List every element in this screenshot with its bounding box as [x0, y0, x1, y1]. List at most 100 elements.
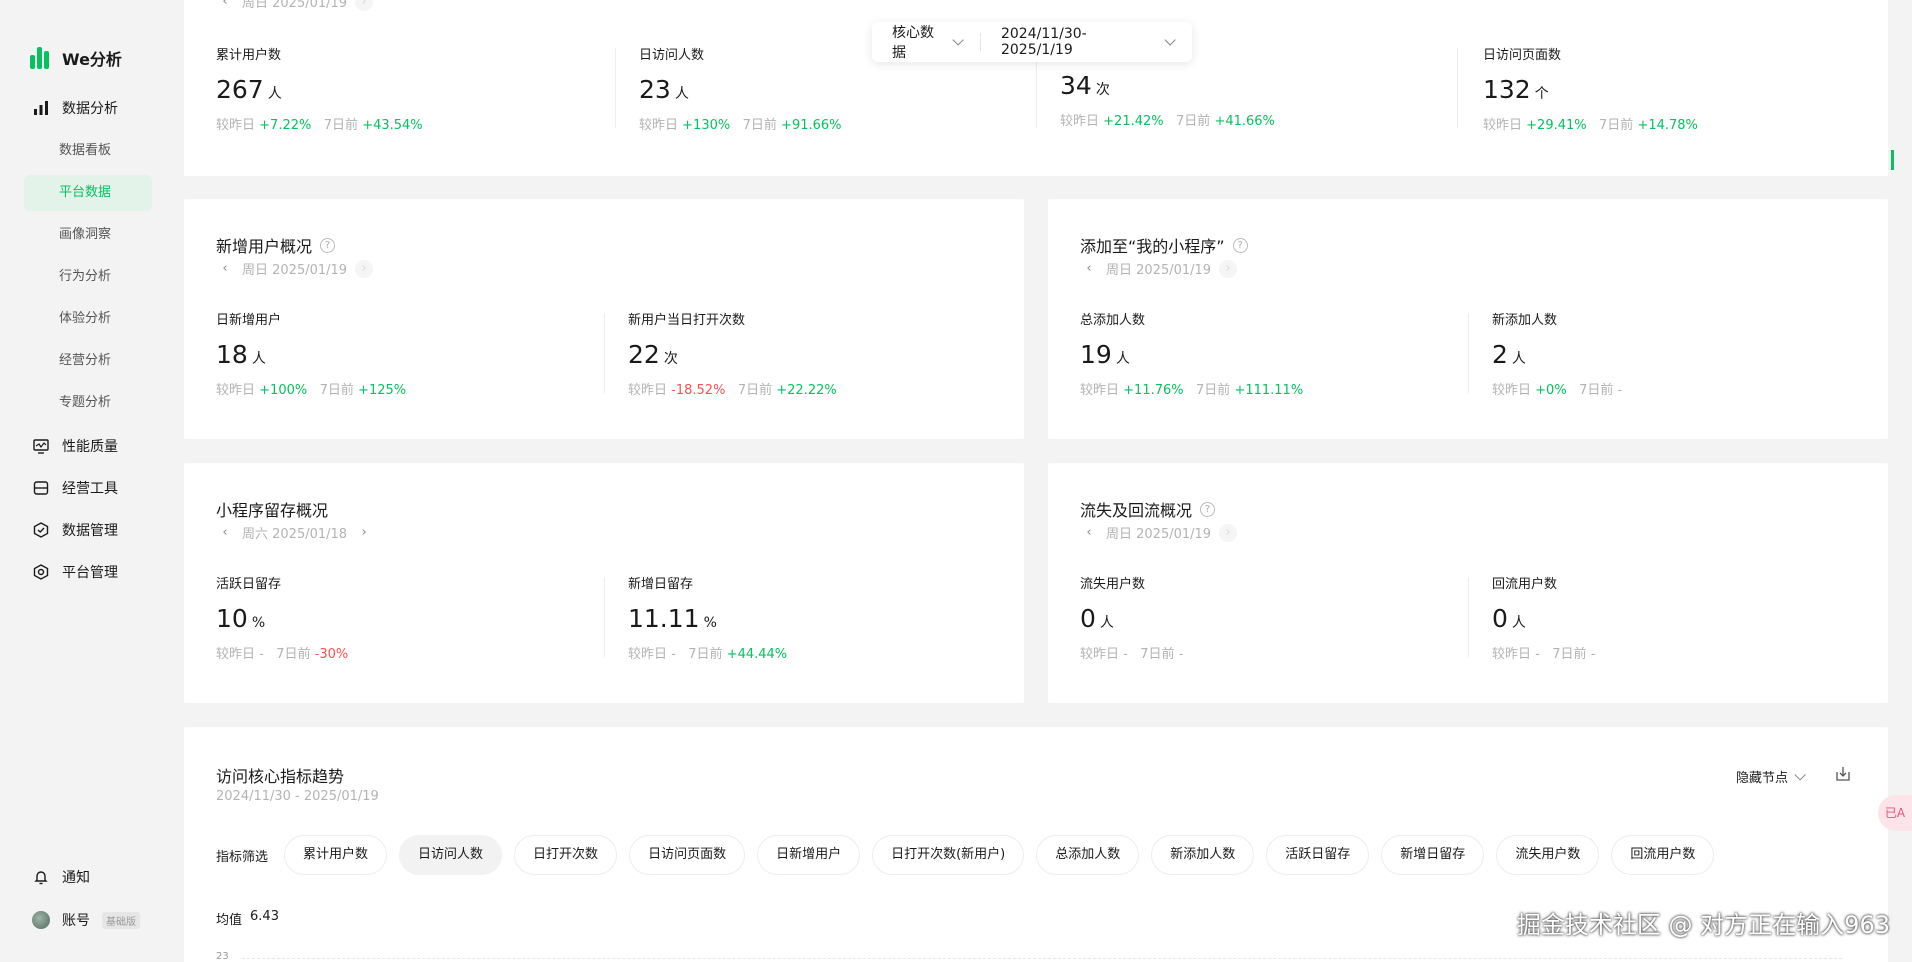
metric-value: 18 [216, 340, 248, 369]
date-label: 周日 2025/01/19 [242, 0, 348, 11]
date-nav: ‹ 周日 2025/01/19 › [1080, 523, 1238, 542]
metric-unit: 人 [1099, 615, 1114, 631]
vs-yesterday-label: 较昨日 [628, 383, 668, 398]
nav-label: 性能质量 [62, 439, 118, 455]
y-axis-top-label: 23 [216, 951, 229, 962]
prev-date-button[interactable]: ‹ [1080, 260, 1098, 278]
nav-account[interactable]: 账号 基础版 [32, 910, 140, 930]
divider [1457, 48, 1458, 128]
chip-new-retention[interactable]: 新增日留存 [1381, 835, 1485, 875]
vs-yesterday-label: 较昨日 [1492, 647, 1532, 662]
churn-card: 流失及回流概况 ? ‹ 周日 2025/01/19 › 流失用户数 0人 较昨日… [1048, 463, 1888, 703]
metric-total-users: 累计用户数 267 人 较昨日 +7.22% 7日前 +43.54% [216, 44, 423, 133]
hide-nodes-dropdown[interactable]: 隐藏节点 [1736, 767, 1806, 786]
bar-chart-icon [34, 101, 48, 115]
card-title-wrap: 小程序留存概况 [216, 497, 328, 521]
next-date-button[interactable]: › [1219, 523, 1238, 542]
nav-platform-mgmt[interactable]: 平台管理 [32, 562, 118, 582]
help-icon[interactable]: ? [320, 237, 336, 253]
logo-text: We分析 [62, 50, 122, 69]
nav-data-analysis[interactable]: 数据分析 [32, 98, 118, 118]
help-icon[interactable]: ? [1232, 237, 1248, 253]
card-title: 添加至“我的小程序” [1080, 237, 1225, 256]
chip-daily-pages[interactable]: 日访问页面数 [629, 835, 746, 875]
prev-date-button[interactable]: ‹ [1080, 524, 1098, 542]
card-title-wrap: 添加至“我的小程序” ? [1080, 233, 1248, 257]
date-nav: ‹ 周日 2025/01/19 › [1080, 259, 1238, 278]
chip-churned-users[interactable]: 流失用户数 [1496, 835, 1600, 875]
metric-label: 新用户当日打开次数 [628, 313, 746, 328]
nav-item-topic[interactable]: 专题分析 [24, 385, 152, 421]
next-date-button[interactable]: › [355, 0, 374, 11]
metric-value: 0 [1492, 604, 1508, 633]
vs-week-label: 7日前 [1140, 647, 1175, 662]
next-date-button[interactable]: › [1219, 259, 1238, 278]
watermark-text: 掘金技术社区 @ 对方正在输入963 [1516, 911, 1890, 939]
nav-item-behavior[interactable]: 行为分析 [24, 259, 152, 295]
metric-label: 总添加人数 [1080, 313, 1146, 328]
chevron-down-icon [1164, 34, 1176, 46]
card-title: 流失及回流概况 [1080, 501, 1193, 520]
chip-daily-visitors[interactable]: 日访问人数 [399, 835, 503, 875]
nav-ops-tools[interactable]: 经营工具 [32, 478, 118, 498]
sidebar: We分析 数据分析 数据看板 平台数据 画像洞察 行为分析 体验分析 经营分析 … [0, 0, 170, 962]
vs-week-value: -30% [314, 647, 349, 662]
vs-week-label: 7日前 [276, 647, 311, 662]
prev-date-button[interactable]: ‹ [216, 0, 234, 11]
vs-yesterday-value: -18.52% [671, 383, 726, 398]
nav-item-dashboard[interactable]: 数据看板 [24, 133, 152, 169]
vs-yesterday-label: 较昨日 [1483, 118, 1523, 133]
prev-date-button[interactable]: ‹ [216, 260, 234, 278]
vs-yesterday-label: 较昨日 [1060, 114, 1100, 129]
vs-week-value: +41.66% [1214, 114, 1275, 129]
nav-item-platform-data[interactable]: 平台数据 [24, 175, 152, 211]
vs-week-label: 7日前 [1552, 647, 1587, 662]
next-date-button[interactable]: › [355, 524, 373, 542]
next-date-button[interactable]: › [355, 259, 374, 278]
dropdown-label: 核心数据 [892, 25, 934, 61]
vs-week-label: 7日前 [737, 383, 773, 398]
metric-filter-chips: 指标筛选 累计用户数 日访问人数 日打开次数 日访问页面数 日新增用户 日打开次… [216, 835, 1715, 875]
mean-label: 均值 [216, 913, 243, 928]
nav-item-experience[interactable]: 体验分析 [24, 301, 152, 337]
nav-performance[interactable]: 性能质量 [32, 436, 118, 456]
metric-total-adds: 总添加人数 19 人 较昨日 +11.76% 7日前 +111.11% [1080, 309, 1303, 398]
nav-notify[interactable]: 通知 [32, 867, 90, 887]
date-range-picker[interactable]: 2024/11/30- 2025/1/19 [981, 26, 1192, 58]
divider [1468, 313, 1469, 393]
chip-new-user-opens[interactable]: 日打开次数(新用户) [872, 835, 1025, 875]
vs-week-value: +14.78% [1637, 118, 1698, 133]
chip-daily-opens[interactable]: 日打开次数 [514, 835, 618, 875]
prev-date-button[interactable]: ‹ [216, 524, 234, 542]
top-filter-bar: 核心数据 2024/11/30- 2025/1/19 [872, 22, 1192, 62]
chip-active-retention[interactable]: 活跃日留存 [1266, 835, 1370, 875]
metric-label: 流失用户数 [1080, 577, 1146, 592]
vs-week-value: - [1617, 383, 1623, 398]
metric-returning-users: 回流用户数 0人 较昨日 - 7日前 - [1492, 573, 1595, 662]
nav-data-mgmt[interactable]: 数据管理 [32, 520, 118, 540]
date-range-label: 2024/11/30- 2025/1/19 [1000, 26, 1087, 58]
floating-translate-button[interactable]: 已A [1878, 795, 1912, 831]
nav-item-business[interactable]: 经营分析 [24, 343, 152, 379]
chip-total-users[interactable]: 累计用户数 [284, 835, 388, 875]
app-logo[interactable]: We分析 [30, 46, 122, 70]
help-icon[interactable]: ? [1200, 501, 1216, 517]
nav-item-portrait[interactable]: 画像洞察 [24, 217, 152, 253]
chip-new-adds[interactable]: 新添加人数 [1151, 835, 1255, 875]
vs-yesterday-label: 较昨日 [639, 118, 679, 133]
metric-value: 0 [1080, 604, 1096, 633]
metric-active-retention: 活跃日留存 10% 较昨日 - 7日前 -30% [216, 573, 348, 662]
chevron-down-icon [1794, 768, 1806, 781]
vs-week-label: 7日前 [1599, 118, 1634, 133]
new-users-card: 新增用户概况 ? ‹ 周日 2025/01/19 › 日新增用户 18 人 较昨日… [184, 199, 1024, 439]
download-icon[interactable] [1834, 765, 1852, 783]
metric-unit: 次 [1095, 82, 1110, 98]
chip-total-adds[interactable]: 总添加人数 [1036, 835, 1140, 875]
core-data-dropdown[interactable]: 核心数据 [872, 22, 980, 62]
vs-yesterday-value: +7.22% [259, 118, 312, 133]
chip-new-users[interactable]: 日新增用户 [757, 835, 861, 875]
metric-unit: % [703, 615, 717, 631]
scrollbar-thumb[interactable] [1891, 150, 1894, 170]
divider [615, 48, 616, 128]
chip-returning-users[interactable]: 回流用户数 [1611, 835, 1715, 875]
